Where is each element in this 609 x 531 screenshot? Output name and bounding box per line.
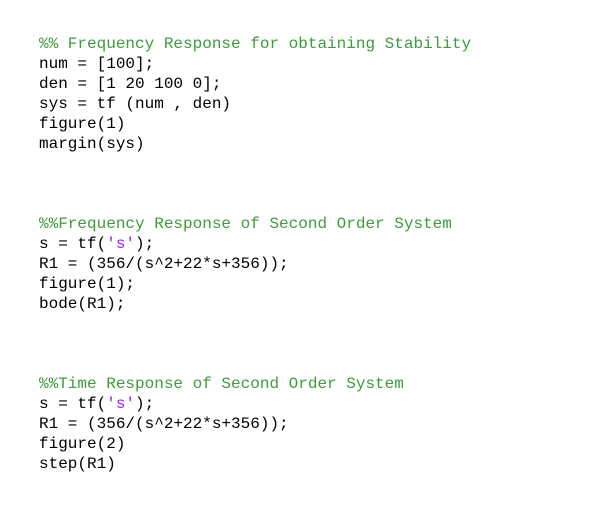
code-segment: ); xyxy=(135,395,155,413)
comment-line: %%Frequency Response of Second Order Sys… xyxy=(39,215,452,233)
code-segment: s = tf( xyxy=(39,235,107,253)
code-line: R1 = (356/(s^2+22*s+356)); xyxy=(39,255,289,273)
code-line: step(R1) xyxy=(39,455,116,473)
code-line: R1 = (356/(s^2+22*s+356)); xyxy=(39,415,289,433)
code-line: sys = tf (num , den) xyxy=(39,95,232,113)
code-line: margin(sys) xyxy=(39,135,145,153)
code-line: figure(1); xyxy=(39,275,136,293)
code-line: num = [100]; xyxy=(39,55,155,73)
code-segment: ); xyxy=(135,235,155,253)
comment-line: %% Frequency Response for obtaining Stab… xyxy=(39,35,472,53)
code-line: bode(R1); xyxy=(39,295,126,313)
code-line: s = tf('s'); xyxy=(39,394,599,414)
string-literal: 's' xyxy=(106,235,136,253)
code-segment: s = tf( xyxy=(39,395,107,413)
code-line: den = [1 20 100 0]; xyxy=(39,75,222,93)
code-line: s = tf('s'); xyxy=(39,234,599,254)
code-editor[interactable]: %% Frequency Response for obtaining Stab… xyxy=(39,34,599,474)
code-line: figure(2) xyxy=(39,435,126,453)
string-literal: 's' xyxy=(106,395,136,413)
code-line: figure(1) xyxy=(39,115,126,133)
comment-line: %%Time Response of Second Order System xyxy=(39,375,404,393)
